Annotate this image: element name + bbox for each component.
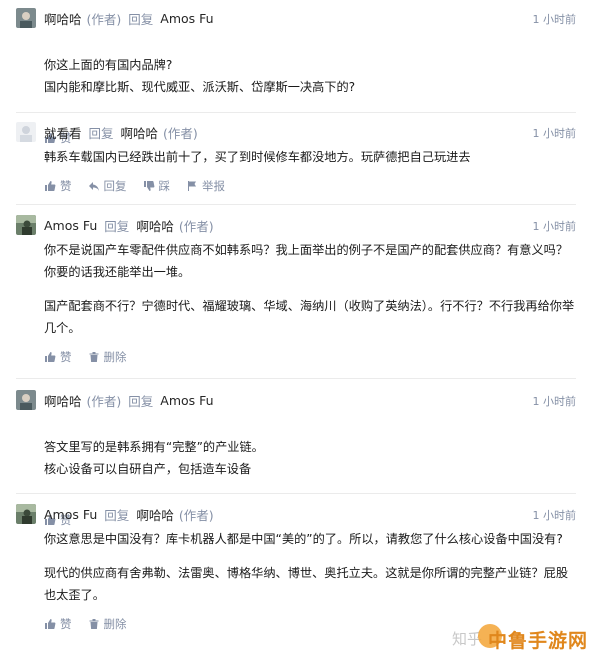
comment-actions: 赞 回复 踩 举报 <box>16 178 576 194</box>
timestamp: 1 小时前 <box>532 127 577 140</box>
reply-to-name[interactable]: Amos Fu <box>160 11 213 26</box>
reply-to-name[interactable]: Amos Fu <box>160 393 213 408</box>
author-name[interactable]: 啊哈哈 <box>44 9 82 28</box>
comment-text: 你这上面的有国内品牌? 国内能和摩比斯、现代威亚、派沃斯、岱摩斯一决高下的? <box>44 58 356 94</box>
brand-watermark: 中鲁手游网 <box>487 630 588 652</box>
delete-label: 删除 <box>103 350 127 364</box>
comment-actions: 赞 删除 <box>16 349 576 365</box>
like-button[interactable]: 赞 <box>44 616 72 632</box>
comment-paragraph: 国产配套商不行？宁德时代、福耀玻璃、华域、海纳川（收购了英纳法）。行不行？不行我… <box>44 299 575 335</box>
comment-text: 韩系车载国内已经跌出前十了，买了到时候修车都没地方。玩萨德把自己玩进去 <box>44 150 471 164</box>
reply-label: 回复 <box>128 11 154 27</box>
divider <box>16 378 576 379</box>
comment-header: 啊哈哈 (作者) 回复 Amos Fu 1 小时前 <box>16 390 576 410</box>
timestamp: 1 小时前 <box>532 220 577 233</box>
avatar[interactable] <box>16 390 36 410</box>
comment-body: 韩系车载国内已经跌出前十了，买了到时候修车都没地方。玩萨德把自己玩进去 <box>16 146 576 168</box>
author-name[interactable]: Amos Fu <box>44 218 97 233</box>
comment-3: Amos Fu 回复 啊哈哈 (作者) 1 小时前 你不是说国产车零配件供应商不… <box>0 215 594 365</box>
author-name[interactable]: 啊哈哈 <box>44 391 82 410</box>
reply-to-name[interactable]: 啊哈哈 <box>136 505 174 524</box>
thumbs-up-icon <box>45 619 56 629</box>
reply-arrow-icon <box>88 182 99 191</box>
dislike-label: 踩 <box>158 179 171 193</box>
delete-button[interactable]: 删除 <box>88 616 127 632</box>
comment-2: 就看看 回复 啊哈哈 (作者) 1 小时前 韩系车载国内已经跌出前十了，买了到时… <box>0 122 594 194</box>
author-role-badge: (作者) <box>86 11 122 27</box>
comment-5: Amos Fu 回复 啊哈哈 (作者) 1 小时前 你这意思是中国没有？库卡机器… <box>0 504 594 632</box>
comment-body: 你这上面的有国内品牌? 国内能和摩比斯、现代威亚、派沃斯、岱摩斯一决高下的? <box>16 32 576 120</box>
comment-text: 答文里写的是韩系拥有“完整”的产业链。 核心设备可以自研自产，包括造车设备 <box>44 440 264 476</box>
author-name[interactable]: Amos Fu <box>44 507 97 522</box>
comment-body: 答文里写的是韩系拥有“完整”的产业链。 核心设备可以自研自产，包括造车设备 <box>16 414 576 502</box>
dislike-button[interactable]: 踩 <box>143 178 171 194</box>
comment-body: 你这意思是中国没有？库卡机器人都是中国“美的”的了。所以，请教您了什么核心设备中… <box>16 528 576 606</box>
timestamp: 1 小时前 <box>532 395 577 408</box>
like-button[interactable]: 赞 <box>44 178 72 194</box>
reply-label: 回复 <box>104 507 130 523</box>
like-label: 赞 <box>60 617 72 631</box>
author-role-badge: (作者) <box>178 218 214 234</box>
avatar[interactable] <box>16 8 36 28</box>
divider <box>16 493 576 494</box>
delete-button[interactable]: 删除 <box>88 349 127 365</box>
divider <box>16 112 576 113</box>
report-button[interactable]: 举报 <box>186 178 225 194</box>
reply-label: 回复 <box>104 218 130 234</box>
comment-paragraph: 你不是说国产车零配件供应商不如韩系吗？我上面举出的例子不是国产的配套供应商？有意… <box>44 243 569 279</box>
author-name[interactable]: 就看看 <box>44 123 82 142</box>
comment-paragraph: 现代的供应商有舍弗勒、法雷奥、博格华纳、博世、奥托立夫。这就是你所谓的完整产业链… <box>44 566 569 602</box>
comment-header: 就看看 回复 啊哈哈 (作者) 1 小时前 <box>16 122 576 142</box>
comment-header: Amos Fu 回复 啊哈哈 (作者) 1 小时前 <box>16 215 576 235</box>
author-role-badge: (作者) <box>178 507 214 523</box>
comment-header: 啊哈哈 (作者) 回复 Amos Fu 1 小时前 <box>16 8 576 28</box>
timestamp: 1 小时前 <box>532 509 577 522</box>
reply-button[interactable]: 回复 <box>88 178 127 194</box>
avatar[interactable] <box>16 215 36 235</box>
delete-label: 删除 <box>103 617 127 631</box>
reply-label: 回复 <box>128 393 154 409</box>
like-button[interactable]: 赞 <box>44 349 72 365</box>
report-label: 举报 <box>202 179 225 193</box>
thumbs-up-icon <box>45 181 56 191</box>
thumbs-up-icon <box>45 352 56 362</box>
divider <box>16 204 576 205</box>
comment-paragraph: 你这意思是中国没有？库卡机器人都是中国“美的”的了。所以，请教您了什么核心设备中… <box>44 532 563 546</box>
author-role-badge: (作者) <box>86 393 122 409</box>
author-role-badge: (作者) <box>163 125 198 141</box>
comment-header: Amos Fu 回复 啊哈哈 (作者) 1 小时前 <box>16 504 576 524</box>
avatar[interactable] <box>16 504 36 524</box>
reply-label: 回复 <box>88 125 114 141</box>
reply-to-name[interactable]: 啊哈哈 <box>136 216 174 235</box>
reply-label: 回复 <box>103 179 127 193</box>
comment-body: 你不是说国产车零配件供应商不如韩系吗？我上面举出的例子不是国产的配套供应商？有意… <box>16 239 576 339</box>
like-label: 赞 <box>60 350 72 364</box>
timestamp: 1 小时前 <box>532 13 577 26</box>
thumbs-down-icon <box>143 181 154 191</box>
like-label: 赞 <box>60 179 72 193</box>
avatar[interactable] <box>16 122 36 142</box>
trash-icon <box>89 619 98 629</box>
trash-icon <box>89 352 98 362</box>
flag-icon <box>188 181 196 191</box>
reply-to-name[interactable]: 啊哈哈 <box>121 123 159 142</box>
